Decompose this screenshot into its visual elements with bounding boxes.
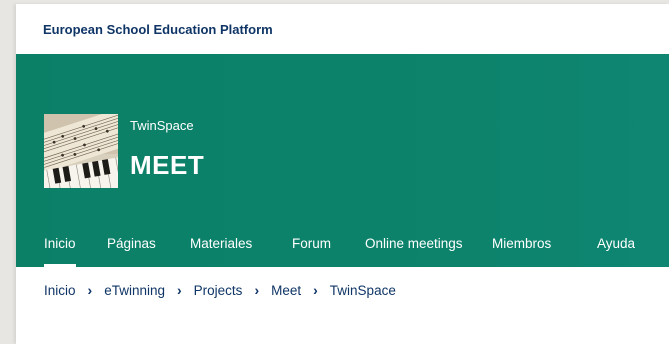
project-title: MEET [130, 150, 205, 180]
nav-item-miembros[interactable]: Miembros [492, 236, 551, 251]
breadcrumb: Inicio › eTwinning › Projects › Meet › T… [44, 282, 396, 298]
chevron-right-icon: › [313, 282, 318, 298]
platform-title-link[interactable]: European School Education Platform [43, 22, 273, 37]
nav-item-materiales[interactable]: Materiales [190, 236, 252, 251]
nav-item-forum[interactable]: Forum [292, 236, 331, 251]
page: European School Education Platform TwinS… [16, 4, 669, 344]
twinspace-banner: TwinSpace MEET Inicio Páginas Materiales… [16, 54, 669, 267]
nav-item-inicio[interactable]: Inicio [44, 236, 76, 267]
top-bar: European School Education Platform [16, 4, 669, 54]
project-thumbnail [44, 114, 118, 188]
main-navigation: Inicio Páginas Materiales Forum Online m… [16, 224, 669, 267]
chevron-right-icon: › [254, 282, 260, 298]
sheet-music-piano-icon [44, 114, 118, 188]
nav-item-ayuda[interactable]: Ayuda [597, 236, 635, 251]
chevron-right-icon: › [87, 282, 93, 298]
nav-item-online-meetings[interactable]: Online meetings [365, 236, 463, 251]
chevron-right-icon: › [176, 282, 182, 298]
breadcrumb-inicio[interactable]: Inicio [44, 283, 76, 298]
twinspace-label: TwinSpace [130, 118, 194, 133]
breadcrumb-etwinning[interactable]: eTwinning [104, 283, 165, 298]
breadcrumb-projects[interactable]: Projects [194, 283, 243, 298]
breadcrumb-twinspace[interactable]: TwinSpace [330, 283, 396, 298]
breadcrumb-meet[interactable]: Meet [271, 283, 301, 298]
nav-item-paginas[interactable]: Páginas [107, 236, 156, 251]
